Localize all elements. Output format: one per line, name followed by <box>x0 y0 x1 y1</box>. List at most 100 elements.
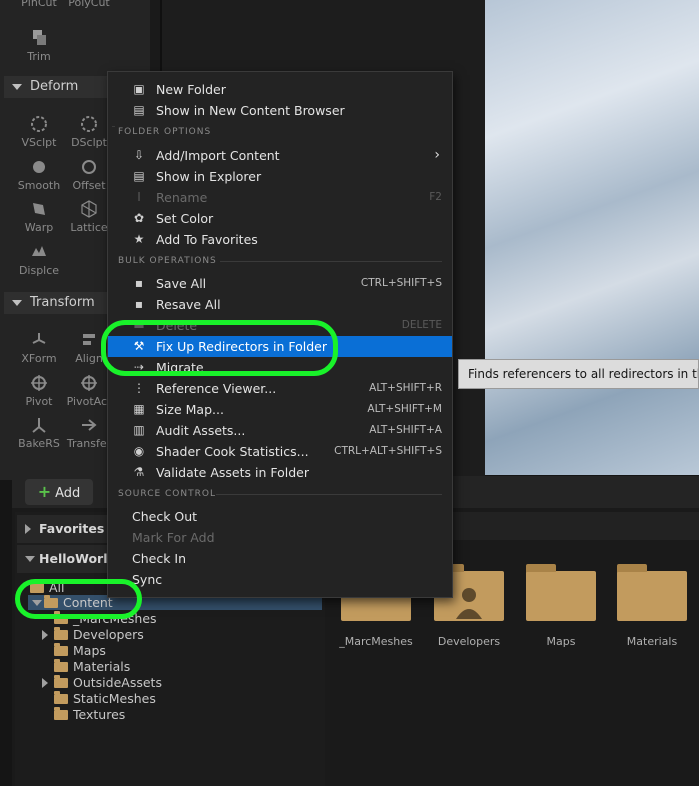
rename-icon: Ⅰ <box>137 190 141 204</box>
tool-warp[interactable]: Warp <box>16 199 62 234</box>
shader-icon: ◉ <box>133 444 145 458</box>
tool-label: Offset <box>72 179 106 192</box>
highlight-fix-up-redirectors <box>101 320 338 376</box>
folder-icon <box>54 658 68 672</box>
tool-label: XForm <box>21 352 57 365</box>
tree-item-maps[interactable]: Maps <box>54 642 106 659</box>
add-button[interactable]: + Add <box>25 479 93 505</box>
asset-label: Maps <box>546 635 576 648</box>
tool-polycut[interactable]: PolyCut <box>66 0 112 9</box>
project-label: HelloWorld <box>39 551 117 566</box>
tree-item-label: Materials <box>73 659 131 674</box>
menu-item-resave-all[interactable]: ▪ Resave All <box>108 294 452 315</box>
menu-item-rename[interactable]: Ⅰ Rename F2 <box>108 187 452 208</box>
tool-lattice[interactable]: Lattice <box>66 199 112 234</box>
pivot-icon <box>31 375 47 391</box>
menu-item-set-color[interactable]: ✿ Set Color <box>108 208 452 229</box>
tree-item-label: Textures <box>73 707 126 722</box>
tool-transfer[interactable]: Transfer <box>66 415 112 450</box>
tooltip: Finds referencers to all redirectors in … <box>458 359 699 389</box>
divider <box>216 494 442 495</box>
chevron-down-icon <box>12 83 22 90</box>
tool-smooth[interactable]: Smooth <box>16 157 62 192</box>
tool-pivot[interactable]: Pivot <box>16 373 62 408</box>
tree-item-textures[interactable]: Textures <box>54 706 126 723</box>
folder-icon <box>617 564 687 621</box>
menu-item-sync[interactable]: Sync <box>108 569 452 590</box>
chevron-right-icon <box>42 630 48 640</box>
pivot-actor-icon <box>81 375 97 391</box>
audit-icon: ▥ <box>133 423 145 437</box>
trim-icon <box>33 30 46 45</box>
folder-icon <box>526 564 596 621</box>
asset-folder-materials[interactable]: Materials <box>607 564 697 648</box>
tool-plncut[interactable]: PlnCut <box>16 0 62 9</box>
menu-item-validate-assets[interactable]: ⚗ Validate Assets in Folder <box>108 462 452 483</box>
tool-displce[interactable]: Displce <box>16 242 62 277</box>
menu-item-mark-for-add[interactable]: Mark For Add <box>108 527 452 548</box>
tool-label: Trim <box>27 50 51 63</box>
asset-label: Materials <box>626 635 678 648</box>
shortcut-label: ALT+SHIFT+M <box>367 403 442 415</box>
chevron-down-icon <box>25 556 35 562</box>
folder-icon <box>54 706 68 720</box>
divider <box>112 126 115 127</box>
tool-label: BakeRS <box>18 437 60 450</box>
tool-label: Displce <box>18 264 60 277</box>
folder-icon <box>54 674 68 688</box>
menu-item-check-in[interactable]: Check In <box>108 548 452 569</box>
menu-item-add-to-favorites[interactable]: ★ Add To Favorites <box>108 229 452 250</box>
tool-vsclpt[interactable]: VSclpt <box>16 114 62 149</box>
menu-item-shader-cook-statistics[interactable]: ◉ Shader Cook Statistics... CTRL+ALT+SHIF… <box>108 441 452 462</box>
section-bulk-operations: BULK OPERATIONS <box>118 256 217 266</box>
tree-item-outsideassets[interactable]: OutsideAssets <box>42 674 162 691</box>
tool-label: Lattice <box>70 221 108 234</box>
shortcut-label: ALT+SHIFT+R <box>369 382 442 394</box>
menu-item-add-import-content[interactable]: ⇩ Add/Import Content › <box>108 145 452 166</box>
tool-label: Align <box>75 352 103 365</box>
tool-label: PolyCut <box>68 0 110 9</box>
tool-offset[interactable]: Offset <box>66 157 112 192</box>
asset-folder-maps[interactable]: Maps <box>516 564 606 648</box>
content-browser-icon: ▤ <box>133 103 145 117</box>
menu-item-audit-assets[interactable]: ▥ Audit Assets... ALT+SHIFT+A <box>108 420 452 441</box>
folder-icon <box>54 642 68 656</box>
tree-item-label: Developers <box>73 627 144 642</box>
tree-item-developers[interactable]: Developers <box>42 626 144 643</box>
save-icon: ▪ <box>134 297 144 311</box>
shortcut-label: ALT+SHIFT+A <box>369 424 442 436</box>
new-folder-icon: ▣ <box>133 82 145 96</box>
shortcut-label: CTRL+SHIFT+S <box>360 277 442 289</box>
menu-item-reference-viewer[interactable]: ⋮ Reference Viewer... ALT+SHIFT+R <box>108 378 452 399</box>
gizmo-icon <box>32 333 46 344</box>
tree-item-staticmeshes[interactable]: StaticMeshes <box>54 690 156 707</box>
lattice-icon <box>81 200 97 218</box>
import-icon: ⇩ <box>133 148 145 162</box>
menu-item-save-all[interactable]: ▪ Save All CTRL+SHIFT+S <box>108 273 452 294</box>
menu-item-new-folder[interactable]: ▣ New Folder <box>108 79 452 100</box>
flask-icon: ⚗ <box>133 465 145 479</box>
chevron-right-icon: › <box>434 147 440 163</box>
level-viewport[interactable] <box>485 0 699 475</box>
menu-item-show-in-explorer[interactable]: ▤ Show in Explorer <box>108 166 452 187</box>
tool-dsclpt[interactable]: DSclpt <box>66 114 112 149</box>
tool-pivotact[interactable]: PivotAct <box>66 373 112 408</box>
tree-item-materials[interactable]: Materials <box>54 658 131 675</box>
plus-icon: + <box>37 482 52 501</box>
menu-item-check-out[interactable]: Check Out <box>108 506 452 527</box>
offset-icon <box>82 160 96 174</box>
menu-item-size-map[interactable]: ▦ Size Map... ALT+SHIFT+M <box>108 399 452 420</box>
divider <box>220 261 442 262</box>
tree-item-label: OutsideAssets <box>73 675 162 690</box>
menu-item-show-in-new-content-browser[interactable]: ▤ Show in New Content Browser <box>108 100 452 121</box>
star-icon: ★ <box>133 232 145 246</box>
shortcut-label: CTRL+ALT+SHIFT+S <box>334 445 442 457</box>
smooth-icon <box>33 161 45 173</box>
tool-xform[interactable]: XForm <box>16 330 62 365</box>
tool-label: Pivot <box>25 395 53 408</box>
tool-trim[interactable]: Trim <box>16 28 62 63</box>
tool-bakers[interactable]: BakeRS <box>16 415 62 450</box>
asset-label: Developers <box>437 635 501 648</box>
explorer-icon: ▤ <box>133 169 145 183</box>
align-icon <box>83 334 95 345</box>
